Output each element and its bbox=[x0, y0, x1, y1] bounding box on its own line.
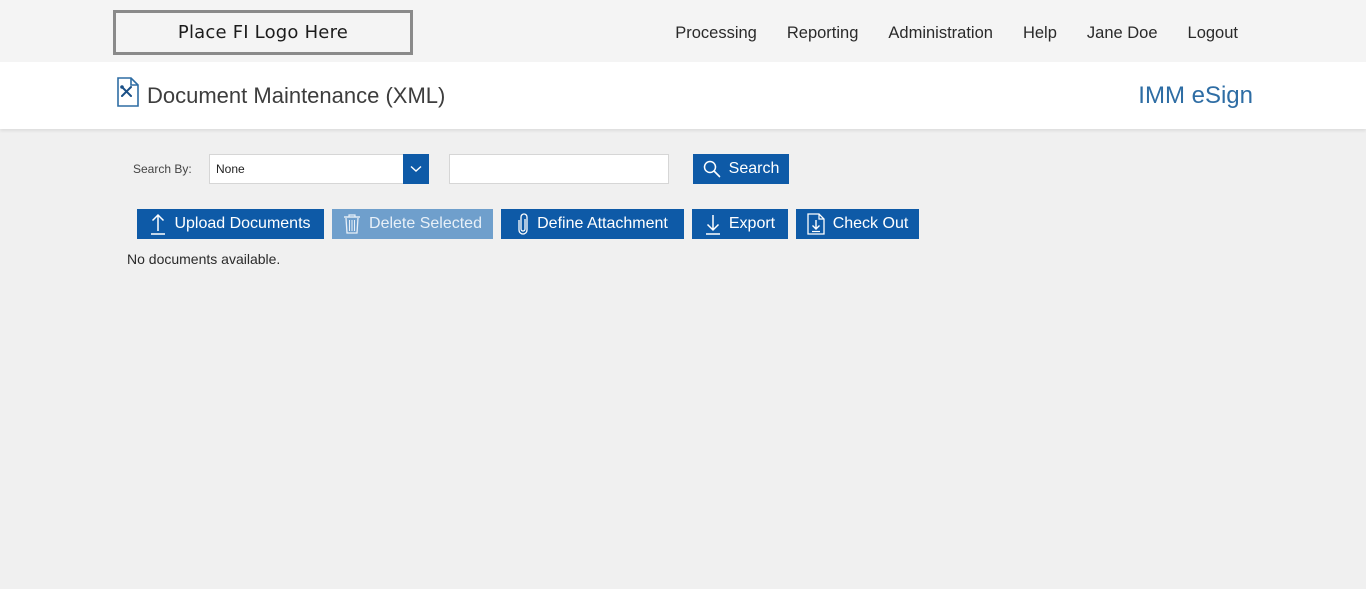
search-by-select[interactable]: None bbox=[209, 154, 429, 184]
product-brand: IMM eSign bbox=[1138, 82, 1253, 109]
page-header: Document Maintenance (XML) IMM eSign bbox=[0, 62, 1366, 129]
logo-text: Place FI Logo Here bbox=[177, 22, 349, 43]
trash-icon bbox=[344, 214, 361, 234]
check-out-button[interactable]: Check Out bbox=[796, 209, 919, 239]
top-navigation-bar: Place FI Logo Here Processing Reporting … bbox=[0, 0, 1366, 62]
nav-administration[interactable]: Administration bbox=[888, 22, 993, 44]
upload-documents-label: Upload Documents bbox=[174, 215, 311, 232]
nav-help[interactable]: Help bbox=[1023, 22, 1057, 44]
search-button-label: Search bbox=[728, 160, 780, 177]
export-button[interactable]: Export bbox=[692, 209, 788, 239]
paperclip-icon bbox=[518, 213, 528, 235]
define-attachment-button[interactable]: Define Attachment bbox=[501, 209, 684, 239]
page-title: Document Maintenance (XML) bbox=[147, 83, 446, 108]
check-out-label: Check Out bbox=[832, 215, 909, 232]
download-arrow-icon bbox=[705, 215, 720, 235]
nav-processing[interactable]: Processing bbox=[675, 22, 757, 44]
search-button[interactable]: Search bbox=[693, 154, 789, 184]
document-download-icon bbox=[807, 213, 825, 235]
chevron-down-icon bbox=[410, 165, 422, 172]
delete-selected-label: Delete Selected bbox=[369, 215, 482, 232]
export-label: Export bbox=[728, 215, 776, 232]
nav-reporting[interactable]: Reporting bbox=[787, 22, 859, 44]
search-input[interactable] bbox=[449, 154, 669, 184]
empty-documents-message: No documents available. bbox=[127, 251, 281, 267]
delete-selected-button[interactable]: Delete Selected bbox=[332, 209, 493, 239]
nav-user-name[interactable]: Jane Doe bbox=[1087, 22, 1158, 44]
main-nav: Processing Reporting Administration Help… bbox=[645, 22, 1238, 44]
search-by-selected-value: None bbox=[216, 162, 245, 176]
upload-documents-button[interactable]: Upload Documents bbox=[137, 209, 324, 239]
document-tools-icon bbox=[117, 77, 139, 107]
define-attachment-label: Define Attachment bbox=[537, 215, 668, 232]
dropdown-toggle[interactable] bbox=[403, 154, 429, 184]
fi-logo-placeholder[interactable]: Place FI Logo Here bbox=[113, 10, 413, 55]
nav-logout[interactable]: Logout bbox=[1188, 22, 1238, 44]
search-by-label: Search By: bbox=[133, 162, 192, 176]
magnifier-icon bbox=[703, 160, 720, 178]
upload-arrow-icon bbox=[151, 213, 166, 235]
